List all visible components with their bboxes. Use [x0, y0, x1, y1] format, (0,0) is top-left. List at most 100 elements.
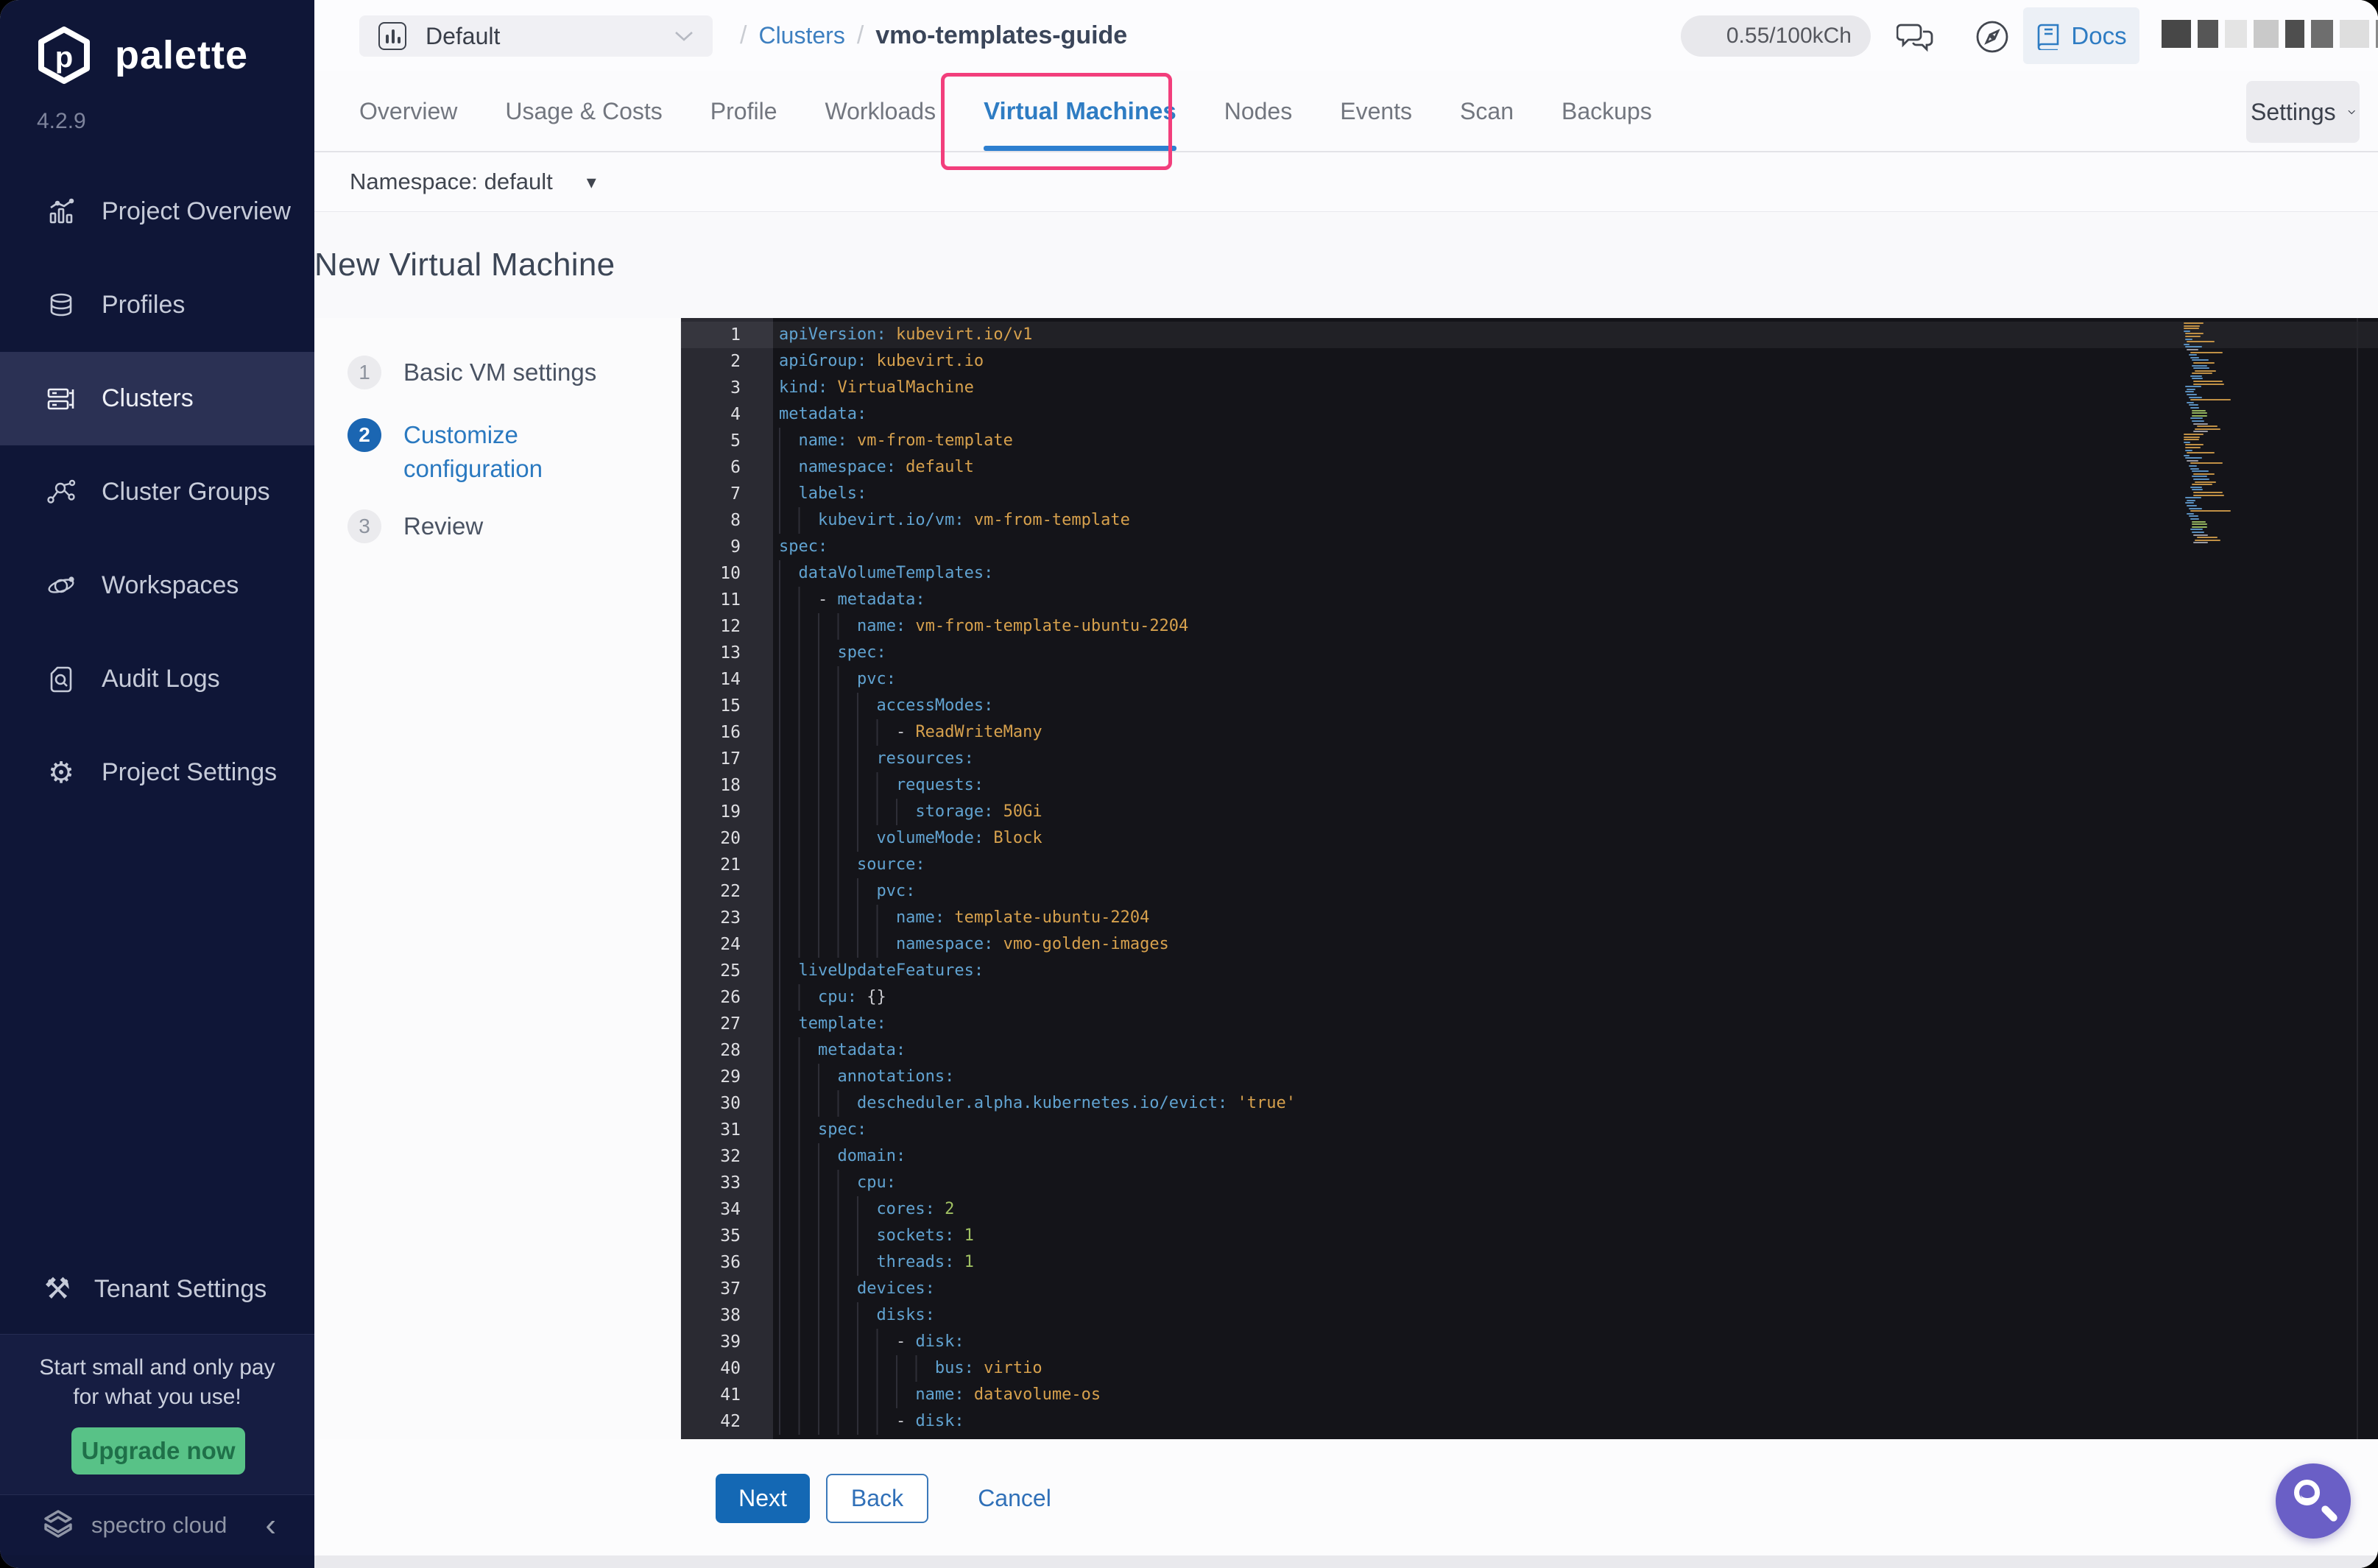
sidebar-nav: Project Overview Profiles Clusters Clust…	[0, 165, 314, 819]
spectro-cloud-logo-icon	[41, 1508, 75, 1542]
tenant-settings-label: Tenant Settings	[94, 1274, 267, 1303]
sidebar-item-label: Audit Logs	[102, 665, 220, 693]
dropdown-caret-icon[interactable]: ▾	[587, 171, 596, 194]
project-selector[interactable]: Default	[359, 15, 713, 57]
editor-code-lines: 1 apiVersion: kubevirt.io/v1 2 apiGroup: ku…	[681, 322, 2378, 1435]
code-line: 22 pvc:	[681, 878, 2378, 905]
tab-events[interactable]: Events	[1340, 71, 1412, 151]
editor-minimap[interactable]	[2184, 322, 2276, 545]
version-label: 4.2.9	[37, 109, 86, 133]
sidebar-item-label: Profiles	[102, 291, 186, 319]
code-line: 39- disk:	[681, 1329, 2378, 1355]
settings-button[interactable]: Settings	[2246, 81, 2360, 143]
code-line: 3 kind: VirtualMachine	[730, 378, 974, 398]
tab-workloads[interactable]: Workloads	[825, 71, 936, 151]
sidebar-item-label: Workspaces	[102, 571, 239, 599]
sidebar-footer: spectro cloud ‹	[0, 1494, 314, 1555]
upsell-text-line2: for what you use!	[73, 1385, 241, 1409]
tab-overview[interactable]: Overview	[359, 71, 457, 151]
code-line: 4 metadata:	[730, 405, 867, 424]
orbit-icon	[44, 569, 78, 603]
docs-button[interactable]: Docs	[2023, 7, 2139, 64]
code-line: 11- metadata:	[681, 587, 2378, 613]
usage-badge: 0.55/100kCh	[1681, 15, 1871, 57]
breadcrumb-current-page: vmo-templates-guide	[875, 21, 1128, 49]
tab-scan[interactable]: Scan	[1460, 71, 1514, 151]
step-number: 3	[347, 509, 381, 543]
chevron-down-icon	[674, 30, 694, 42]
tab-usage-costs[interactable]: Usage & Costs	[505, 71, 662, 151]
upgrade-now-button[interactable]: Upgrade now	[71, 1427, 245, 1475]
code-line: 8 kubevirt.io/vm: vm-from-template	[681, 507, 2378, 534]
yaml-editor[interactable]: 1 apiVersion: kubevirt.io/v1 2 apiGroup: ku…	[681, 318, 2378, 1439]
code-line: 36 threads: 1	[681, 1249, 2378, 1276]
code-line: 40 bus: virtio	[681, 1355, 2378, 1382]
tabs: Overview Usage & Costs Profile Workloads…	[359, 71, 1652, 151]
topbar: Default / Clusters / vmo-templates-guide…	[314, 0, 2378, 71]
code-line: 2 apiGroup: kubevirt.io	[730, 352, 984, 371]
sidebar-item-profiles[interactable]: Profiles	[0, 258, 314, 352]
code-line: 19 storage: 50Gi	[681, 799, 2378, 825]
sidebar-item-project-settings[interactable]: ⚙ Project Settings	[0, 726, 314, 819]
gear-icon: ⚙	[48, 756, 74, 789]
back-button[interactable]: Back	[826, 1474, 928, 1523]
tab-backups[interactable]: Backups	[1562, 71, 1652, 151]
code-line: 29 annotations:	[681, 1064, 2378, 1090]
step-label: Basic VM settings	[403, 359, 597, 386]
code-line: 16- ReadWriteMany	[681, 719, 2378, 746]
cluster-tabbar: Overview Usage & Costs Profile Workloads…	[314, 71, 2378, 152]
step-label: Customize configuration	[403, 421, 543, 482]
code-line: 6 namespace: default	[681, 454, 2378, 481]
docs-button-label: Docs	[2071, 21, 2127, 49]
editor-scrollbar[interactable]	[2357, 318, 2358, 1439]
book-icon	[2036, 22, 2061, 50]
upsell-panel: Start small and only pay for what you us…	[0, 1334, 314, 1494]
app-window: p palette 4.2.9 Project Overview Profile…	[0, 0, 2378, 1568]
chat-icon[interactable]	[1895, 16, 1936, 57]
code-line: 34 cores: 2	[681, 1196, 2378, 1223]
breadcrumb-separator: /	[856, 21, 864, 49]
search-fab-button[interactable]	[2276, 1463, 2351, 1539]
tools-icon: ⚒	[44, 1273, 71, 1305]
brand: p palette	[34, 25, 248, 85]
tab-profile[interactable]: Profile	[710, 71, 777, 151]
compass-icon[interactable]	[1972, 16, 2013, 57]
chevron-left-icon[interactable]: ‹	[265, 1509, 276, 1541]
namespace-dropdown-label[interactable]: Namespace: default	[350, 169, 553, 195]
upsell-text-line1: Start small and only pay	[39, 1355, 275, 1380]
code-line: 20 volumeMode: Block	[681, 825, 2378, 852]
sidebar-item-label: Project Settings	[102, 758, 278, 786]
step-review[interactable]: 3 Review	[347, 509, 483, 543]
layers-icon	[44, 289, 78, 322]
spectro-cloud-label: spectro cloud	[91, 1512, 227, 1538]
step-number: 2	[347, 418, 381, 452]
sidebar-item-label: Clusters	[102, 384, 194, 412]
code-line: 7 labels:	[681, 481, 2378, 507]
step-customize-configuration[interactable]: 2 Customize configuration	[347, 418, 646, 486]
step-basic-vm-settings[interactable]: 1 Basic VM settings	[347, 356, 596, 389]
sidebar-item-audit-logs[interactable]: Audit Logs	[0, 632, 314, 726]
wizard-footer: Next Back Cancel	[314, 1439, 2378, 1555]
sidebar-item-clusters[interactable]: Clusters	[0, 352, 314, 445]
code-line: 17 resources:	[681, 746, 2378, 772]
code-line: 5 name: vm-from-template	[681, 428, 2378, 454]
tab-virtual-machines[interactable]: Virtual Machines	[984, 71, 1176, 151]
next-button[interactable]: Next	[716, 1474, 810, 1523]
sidebar-item-cluster-groups[interactable]: Cluster Groups	[0, 445, 314, 539]
tab-nodes[interactable]: Nodes	[1224, 71, 1293, 151]
sidebar-item-workspaces[interactable]: Workspaces	[0, 539, 314, 632]
code-line: 41 name: datavolume-os	[681, 1382, 2378, 1408]
code-line: 32 domain:	[681, 1143, 2378, 1170]
breadcrumb-clusters-link[interactable]: Clusters	[758, 22, 844, 49]
code-line: 21 source:	[681, 852, 2378, 878]
code-line: 1 apiVersion: kubevirt.io/v1	[681, 322, 2378, 348]
cancel-button[interactable]: Cancel	[967, 1474, 1062, 1523]
sidebar-item-project-overview[interactable]: Project Overview	[0, 165, 314, 258]
project-selector-value: Default	[426, 22, 501, 49]
code-line: 35 sockets: 1	[681, 1223, 2378, 1249]
code-line: 27 template:	[681, 1011, 2378, 1037]
code-line: 14 pvc:	[681, 666, 2378, 693]
sidebar-item-tenant-settings[interactable]: ⚒ Tenant Settings	[0, 1244, 314, 1334]
audit-search-icon	[44, 663, 78, 696]
project-chart-icon	[378, 22, 406, 50]
